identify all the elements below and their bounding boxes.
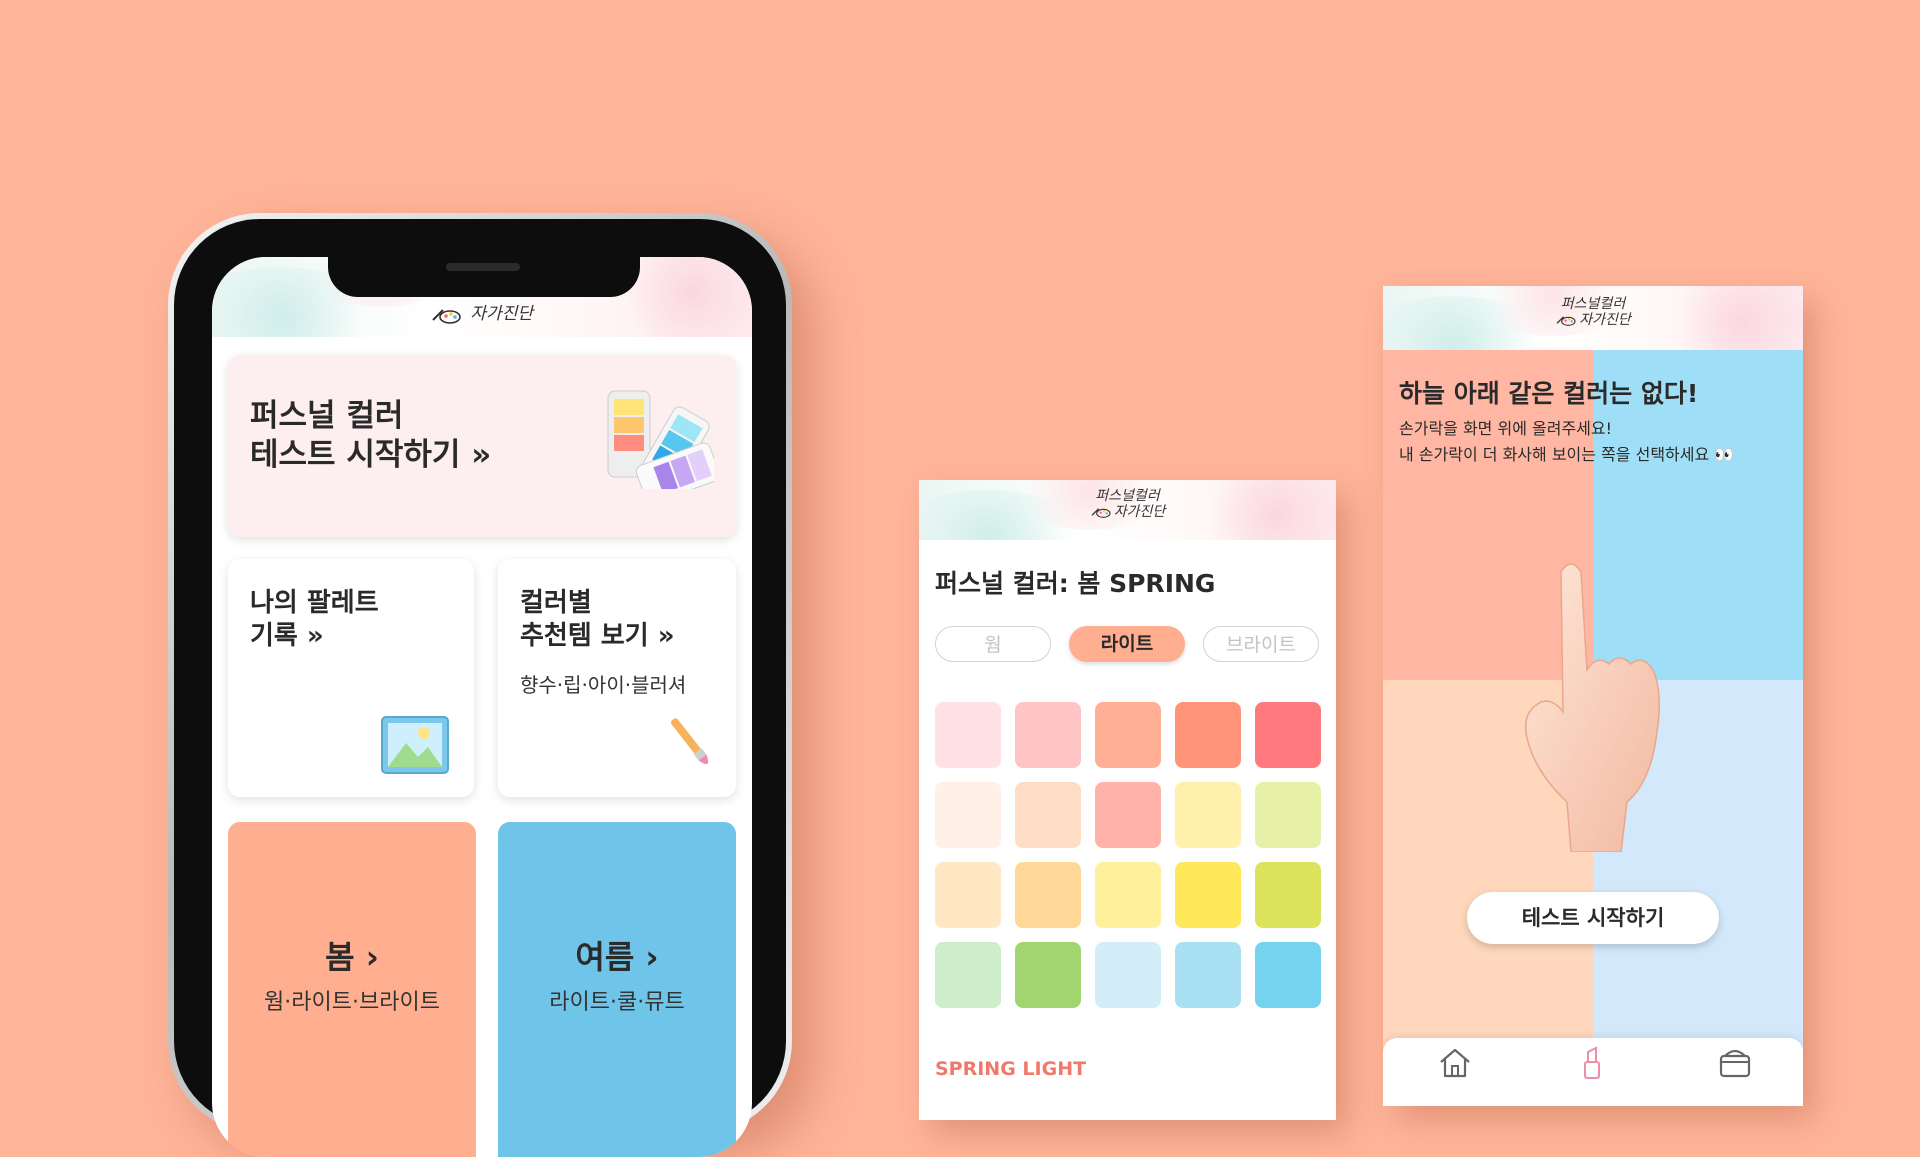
- color-swatch[interactable]: [1015, 862, 1081, 928]
- instruction-line1: 손가락을 화면 위에 올려주세요!: [1399, 419, 1613, 438]
- start-test-title: 퍼스널 컬러 테스트 시작하기 »: [250, 397, 491, 475]
- logo-text-bottom: 자가진단: [919, 504, 1336, 520]
- page-title: 퍼스널 컬러: 봄 SPRING: [935, 564, 1216, 600]
- palette-logo-icon: [432, 308, 461, 324]
- lipstick-icon[interactable]: [1577, 1046, 1607, 1080]
- phone-bezel: 자가진단 퍼스널 컬러 테스트 시작하기 » 나의 팔레트 기록 » 컬러별 추…: [174, 219, 786, 1157]
- my-palette-line1: 나의 팔레트: [250, 588, 379, 618]
- season-card-summer[interactable]: 여름 › 라이트·쿨·뮤트: [498, 822, 736, 1157]
- color-swatch[interactable]: [1255, 782, 1321, 848]
- start-test-card[interactable]: 퍼스널 컬러 테스트 시작하기 »: [228, 355, 736, 537]
- palette-section-label: SPRING LIGHT: [935, 1058, 1087, 1080]
- color-swatch[interactable]: [935, 702, 1001, 768]
- color-swatch[interactable]: [1255, 702, 1321, 768]
- logo-text: 자가진단: [470, 304, 533, 324]
- start-test-button[interactable]: 테스트 시작하기: [1467, 892, 1719, 944]
- season-card-spring[interactable]: 봄 › 웜·라이트·브라이트: [228, 822, 476, 1157]
- logo-text: 자가진단: [1113, 504, 1166, 521]
- color-swatch-grid: [935, 702, 1321, 1008]
- season-subtypes: 웜·라이트·브라이트: [264, 990, 440, 1015]
- picture-frame-icon: [381, 716, 449, 774]
- recommend-line2: 추천템 보기 »: [520, 620, 675, 651]
- phone-notch: [328, 257, 640, 297]
- color-swatch[interactable]: [1175, 862, 1241, 928]
- app-logo[interactable]: 퍼스널컬러 자가진단: [1383, 296, 1803, 328]
- season-subtypes: 라이트·쿨·뮤트: [549, 990, 685, 1015]
- app-logo[interactable]: 자가진단: [212, 299, 752, 324]
- tab-bright[interactable]: 브라이트: [1203, 626, 1319, 662]
- app-header: 퍼스널컬러 자가진단: [919, 480, 1336, 540]
- tab-warm[interactable]: 웜: [935, 626, 1051, 662]
- page-title-text: 퍼스널 컬러: 봄 SPRING: [935, 569, 1216, 598]
- app-header: 퍼스널컬러 자가진단: [1383, 286, 1803, 350]
- color-swatch[interactable]: [1015, 942, 1081, 1008]
- season-name: 봄 ›: [325, 938, 379, 976]
- finger-test-screen: 퍼스널컬러 자가진단 하늘 아래 같은 컬러는 없다! 손가락을 화면 위에 올…: [1383, 286, 1803, 1106]
- color-swatch[interactable]: [1095, 862, 1161, 928]
- color-swatch[interactable]: [1255, 862, 1321, 928]
- bottom-tab-bar: [1383, 1038, 1803, 1106]
- season-name: 여름 ›: [575, 938, 659, 976]
- start-test-line2: 테스트 시작하기 »: [250, 436, 492, 473]
- tab-light[interactable]: 라이트: [1069, 626, 1185, 662]
- pointing-hand-icon: [1524, 563, 1660, 852]
- color-swatch[interactable]: [1255, 942, 1321, 1008]
- palette-logo-icon: [1556, 316, 1576, 326]
- recommend-title: 컬러별 추천템 보기 »: [520, 587, 675, 652]
- phone-mockup: 자가진단 퍼스널 컬러 테스트 시작하기 » 나의 팔레트 기록 » 컬러별 추…: [168, 213, 792, 1157]
- phone-screen: 자가진단 퍼스널 컬러 테스트 시작하기 » 나의 팔레트 기록 » 컬러별 추…: [212, 257, 752, 1157]
- color-swatch[interactable]: [1015, 702, 1081, 768]
- color-swatch[interactable]: [1175, 942, 1241, 1008]
- recommend-line1: 컬러별: [520, 588, 592, 618]
- speaker-grille: [446, 263, 520, 271]
- color-swatch[interactable]: [1175, 702, 1241, 768]
- my-palette-line2: 기록 »: [250, 620, 324, 651]
- start-test-line1: 퍼스널 컬러: [250, 398, 404, 434]
- logo-text-top: 퍼스널컬러: [1095, 488, 1160, 504]
- color-swatch[interactable]: [1015, 782, 1081, 848]
- color-swatch[interactable]: [1175, 782, 1241, 848]
- color-swatch[interactable]: [935, 942, 1001, 1008]
- my-palette-card[interactable]: 나의 팔레트 기록 »: [228, 559, 474, 797]
- color-swatch[interactable]: [935, 782, 1001, 848]
- app-logo[interactable]: 퍼스널컬러 자가진단: [919, 488, 1336, 520]
- my-palette-title: 나의 팔레트 기록 »: [250, 587, 379, 652]
- logo-text: 자가진단: [1579, 312, 1631, 329]
- palette-logo-icon: [1091, 508, 1111, 518]
- spring-palette-screen: 퍼스널컬러 자가진단 퍼스널 컬러: 봄 SPRING 웜 라이트 브라이트 S…: [919, 480, 1336, 1120]
- instruction-line2: 내 손가락이 더 화사해 보이는 쪽을 선택하세요 👀: [1399, 445, 1735, 465]
- test-instructions: 손가락을 화면 위에 올려주세요! 내 손가락이 더 화사해 보이는 쪽을 선택…: [1399, 416, 1734, 469]
- recommend-card[interactable]: 컬러별 추천템 보기 » 향수·립·아이·블러셔: [498, 559, 736, 797]
- recommend-subtitle: 향수·립·아이·블러셔: [520, 673, 687, 697]
- color-swatch[interactable]: [1095, 782, 1161, 848]
- home-icon[interactable]: [1437, 1046, 1473, 1080]
- test-headline: 하늘 아래 같은 컬러는 없다!: [1399, 379, 1699, 408]
- color-swatch[interactable]: [935, 862, 1001, 928]
- color-swatch[interactable]: [1095, 702, 1161, 768]
- color-palette-icon: [607, 390, 714, 489]
- cosmetic-box-icon[interactable]: [1717, 1046, 1753, 1080]
- logo-text-top: 퍼스널컬러: [1560, 296, 1626, 312]
- color-swatch[interactable]: [1095, 942, 1161, 1008]
- paintbrush-icon: [670, 718, 709, 765]
- logo-text-bottom: 자가진단: [1383, 312, 1803, 328]
